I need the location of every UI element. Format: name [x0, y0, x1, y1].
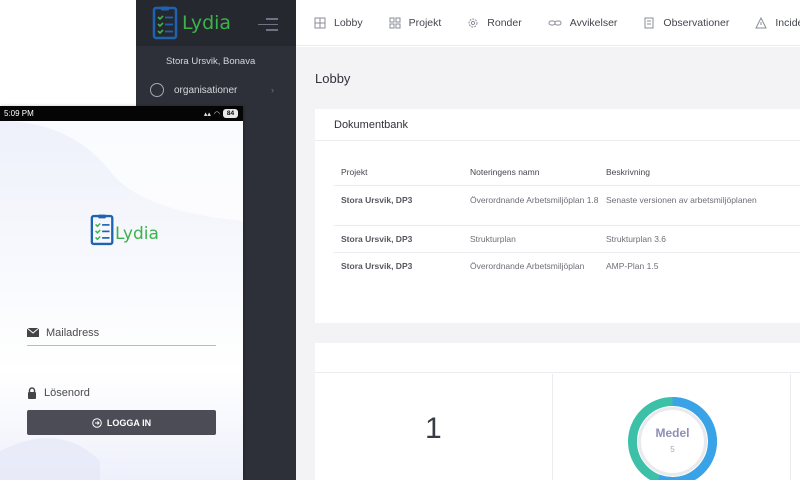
- cell-project: Stora Ursvik, DP3: [341, 234, 413, 244]
- grid-icon: [314, 17, 326, 28]
- top-navigation: Lobby Projekt Ronder Avvikelser Observat…: [296, 0, 800, 46]
- cell-description: Strukturplan 3.6: [606, 234, 667, 244]
- gauge-value: 5: [670, 445, 675, 454]
- gear-icon: [468, 18, 478, 27]
- login-button-label: LOGGA IN: [106, 417, 152, 428]
- document-bank-card: Dokumentbank Projekt Noteringens namn Be…: [315, 109, 800, 323]
- wifi-icon: ◠: [213, 110, 220, 118]
- signal-icon: ▴▴: [203, 110, 211, 118]
- login-icon: [92, 417, 102, 428]
- mail-icon: [27, 328, 39, 337]
- document-table: Projekt Noteringens namn Beskrivning Sto…: [334, 158, 800, 293]
- status-icons: ▴▴ ◠ 84: [204, 109, 238, 118]
- sidebar-item-organisationer[interactable]: organisationer ›: [150, 80, 290, 100]
- gauge-ring-inner: [638, 407, 707, 476]
- document-bank-title: Dokumentbank: [315, 109, 800, 141]
- password-input[interactable]: [44, 387, 204, 399]
- table-header: Projekt Noteringens namn Beskrivning: [334, 158, 800, 186]
- nav-observationer-label: Observationer: [663, 16, 730, 29]
- password-field: [27, 380, 216, 406]
- stats-card: 1 Medel 5: [315, 343, 800, 480]
- column-header[interactable]: Beskrivning: [606, 166, 800, 178]
- count-value: 1: [425, 412, 442, 445]
- logo-row: Lydia: [136, 0, 296, 46]
- column-header[interactable]: Noteringens namn: [470, 166, 606, 178]
- status-bar: 5:09 PM ▴▴ ◠ 84: [0, 106, 243, 121]
- main-content: Lobby Dokumentbank Projekt Noteringens n…: [296, 47, 800, 480]
- checklist-logo-icon: [152, 6, 178, 40]
- cell-project: Stora Ursvik, DP3: [341, 261, 413, 271]
- cell-name: Överordnande Arbetsmiljöplan: [470, 261, 585, 271]
- nav-lobby-label: Lobby: [334, 16, 363, 29]
- count-stat: 1: [315, 374, 553, 480]
- cell-name: Överordnande Arbetsmiljöplan 1.8: [470, 195, 599, 205]
- nav-projekt[interactable]: Projekt: [389, 16, 442, 29]
- table-row[interactable]: Stora Ursvik, DP3 Överordnande Arbetsmil…: [334, 186, 800, 226]
- squares-icon: [389, 17, 401, 28]
- document-icon: [644, 17, 654, 28]
- nav-ronder-label: Ronder: [487, 16, 522, 29]
- stats-card-header: [315, 343, 800, 373]
- nav-avvikelser-label: Avvikelser: [569, 16, 618, 29]
- column-header[interactable]: Projekt: [334, 166, 470, 178]
- status-time: 5:09 PM: [4, 109, 34, 118]
- nav-observationer[interactable]: Observationer: [643, 17, 729, 29]
- nav-lobby[interactable]: Lobby: [314, 17, 363, 29]
- gauge-stat: Medel 5: [553, 374, 791, 480]
- cell-description: Senaste versionen av arbetsmiljöplanen: [606, 195, 757, 205]
- logo-text: Lydia: [182, 12, 232, 34]
- gauge-label: Medel: [655, 426, 690, 440]
- email-field: [27, 320, 216, 346]
- globe-icon: [150, 83, 164, 97]
- battery-icon: 84: [223, 109, 238, 118]
- table-row[interactable]: Stora Ursvik, DP3 Överordnande Arbetsmil…: [334, 253, 800, 293]
- warning-icon: [755, 16, 768, 28]
- page-title: Lobby: [315, 71, 351, 86]
- phone-logo-text: Lydia: [115, 224, 159, 244]
- nav-avvikelser[interactable]: Avvikelser: [548, 16, 618, 29]
- link-icon: [548, 20, 562, 25]
- nav-incidenter-label: Incider: [775, 16, 800, 29]
- login-button[interactable]: LOGGA IN: [27, 410, 216, 435]
- cell-name: Strukturplan: [470, 234, 516, 244]
- user-name: Stora Ursvik, Bonava: [166, 56, 256, 67]
- sidebar-item-label: organisationer: [174, 84, 238, 96]
- chevron-right-icon: ›: [271, 85, 274, 95]
- cell-project: Stora Ursvik, DP3: [341, 195, 413, 205]
- checklist-logo-icon: [90, 214, 114, 246]
- cell-description: AMP-Plan 1.5: [606, 261, 659, 271]
- nav-projekt-label: Projekt: [408, 16, 442, 29]
- nav-incidenter[interactable]: Incider: [755, 16, 800, 29]
- nav-ronder[interactable]: Ronder: [467, 16, 522, 29]
- table-row[interactable]: Stora Ursvik, DP3 Strukturplan Strukturp…: [334, 226, 800, 253]
- lock-icon: [28, 387, 36, 399]
- phone-screen: 5:09 PM ▴▴ ◠ 84 Lydia Mailadress LOGGA I…: [0, 106, 243, 480]
- email-input[interactable]: [46, 326, 206, 339]
- menu-toggle-icon[interactable]: [258, 18, 278, 31]
